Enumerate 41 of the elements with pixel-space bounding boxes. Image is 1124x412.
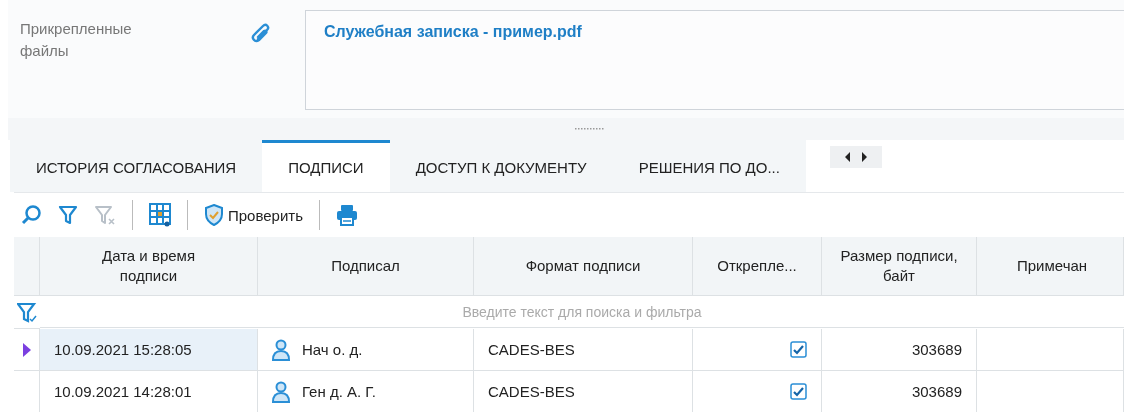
current-row-icon [21,341,32,358]
person-icon [272,338,290,361]
tab[interactable]: ИСТОРИЯ СОГЛАСОВАНИЯ [10,140,263,192]
search-button[interactable] [20,204,42,226]
filter-button[interactable] [58,204,78,226]
filter-row-icon [17,301,37,323]
table-cell: Нач о. д. [302,341,363,358]
table-cell: Ген д. А. Г. [302,383,376,400]
column-header[interactable]: Подписал [258,237,474,296]
tab[interactable]: ДОСТУП К ДОКУМЕНТУ [389,140,613,192]
column-header[interactable]: Примечан [977,237,1124,296]
clear-filter-icon [94,204,116,226]
header-corner-cell [14,237,40,296]
splitter-handle[interactable] [575,127,605,131]
columns-button[interactable] [149,203,171,227]
tab[interactable]: ПОДПИСИ [262,140,390,192]
tab[interactable]: РЕШЕНИЯ ПО ДО... [612,140,806,192]
file-link[interactable]: Служебная записка - пример.pdf [324,23,582,40]
column-header[interactable]: Открепле... [693,237,822,296]
filter-icon [58,204,78,226]
field-label: Прикрепленные файлы [19,19,133,61]
verify-button[interactable]: Проверить [204,204,303,226]
table-cell: 303689 [822,371,977,412]
attachments-field[interactable]: Служебная записка - пример.pdf [305,10,1124,110]
checkbox[interactable] [790,383,807,400]
table-cell: 10.09.2021 15:28:05 [40,329,258,371]
paperclip-icon[interactable] [250,22,272,44]
table-cell: 10.09.2021 14:28:01 [40,371,258,412]
table-cell: 303689 [822,329,977,371]
person-icon [272,380,290,403]
search-icon [20,204,42,226]
table-cell: CADES-BES [474,371,693,412]
column-header[interactable]: Формат подписи [474,237,693,296]
print-button[interactable] [336,204,358,226]
shield-check-icon [204,204,224,226]
print-icon [336,204,358,226]
column-header[interactable]: Дата и время подписи [40,237,258,296]
table-cell: CADES-BES [474,329,693,371]
column-header[interactable]: Размер подписи, байт [822,237,977,296]
grid-icon [149,203,171,227]
checkbox[interactable] [790,341,807,358]
